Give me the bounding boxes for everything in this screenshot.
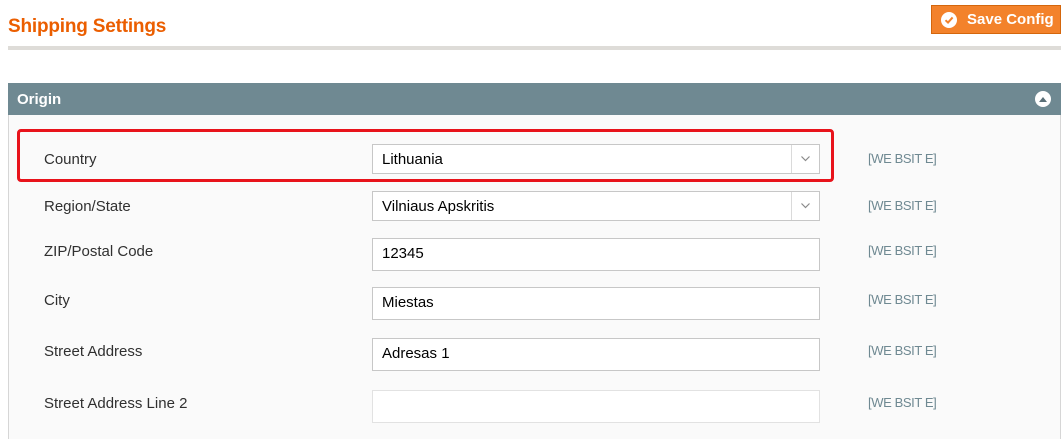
street2-scope: [WE BSIT E] [868,395,937,410]
country-value: Lithuania [382,151,443,168]
country-row: Country Lithuania [WE BSIT E] [9,137,1060,183]
check-icon [941,11,957,28]
chevron-up-icon[interactable] [1035,91,1051,107]
city-input[interactable]: Miestas [372,287,820,320]
origin-section-body: Country Lithuania [WE BSIT E] Region/Sta… [8,115,1061,439]
page-title: Shipping Settings [8,16,167,37]
city-scope: [WE BSIT E] [868,292,937,307]
street1-scope: [WE BSIT E] [868,343,937,358]
region-select[interactable]: Vilniaus Apskritis [372,191,820,221]
save-config-label: Save Config [967,11,1054,28]
region-value: Vilniaus Apskritis [382,198,495,215]
street2-row: Street Address Line 2 [WE BSIT E] [9,381,1060,427]
zip-scope: [WE BSIT E] [868,243,937,258]
street1-input[interactable]: Adresas 1 [372,338,820,371]
chevron-down-icon [791,192,819,220]
origin-section-header[interactable]: Origin [8,83,1061,115]
zip-label: ZIP/Postal Code [44,243,154,260]
save-config-button[interactable]: Save Config [931,5,1061,34]
street2-label: Street Address Line 2 [44,395,188,412]
zip-input[interactable]: 12345 [372,238,820,271]
chevron-down-icon [791,145,819,173]
zip-row: ZIP/Postal Code 12345 [WE BSIT E] [9,229,1060,275]
country-label: Country [44,151,97,168]
country-select[interactable]: Lithuania [372,144,820,174]
title-divider [8,46,1061,50]
section-title: Origin [17,90,62,108]
region-scope: [WE BSIT E] [868,198,937,213]
region-row: Region/State Vilniaus Apskritis [WE BSIT… [9,184,1060,230]
country-scope: [WE BSIT E] [868,151,937,166]
city-label: City [44,292,70,309]
street2-input[interactable] [372,390,820,423]
street1-label: Street Address [44,343,143,360]
region-label: Region/State [44,198,131,215]
city-row: City Miestas [WE BSIT E] [9,278,1060,324]
street1-row: Street Address Adresas 1 [WE BSIT E] [9,329,1060,375]
